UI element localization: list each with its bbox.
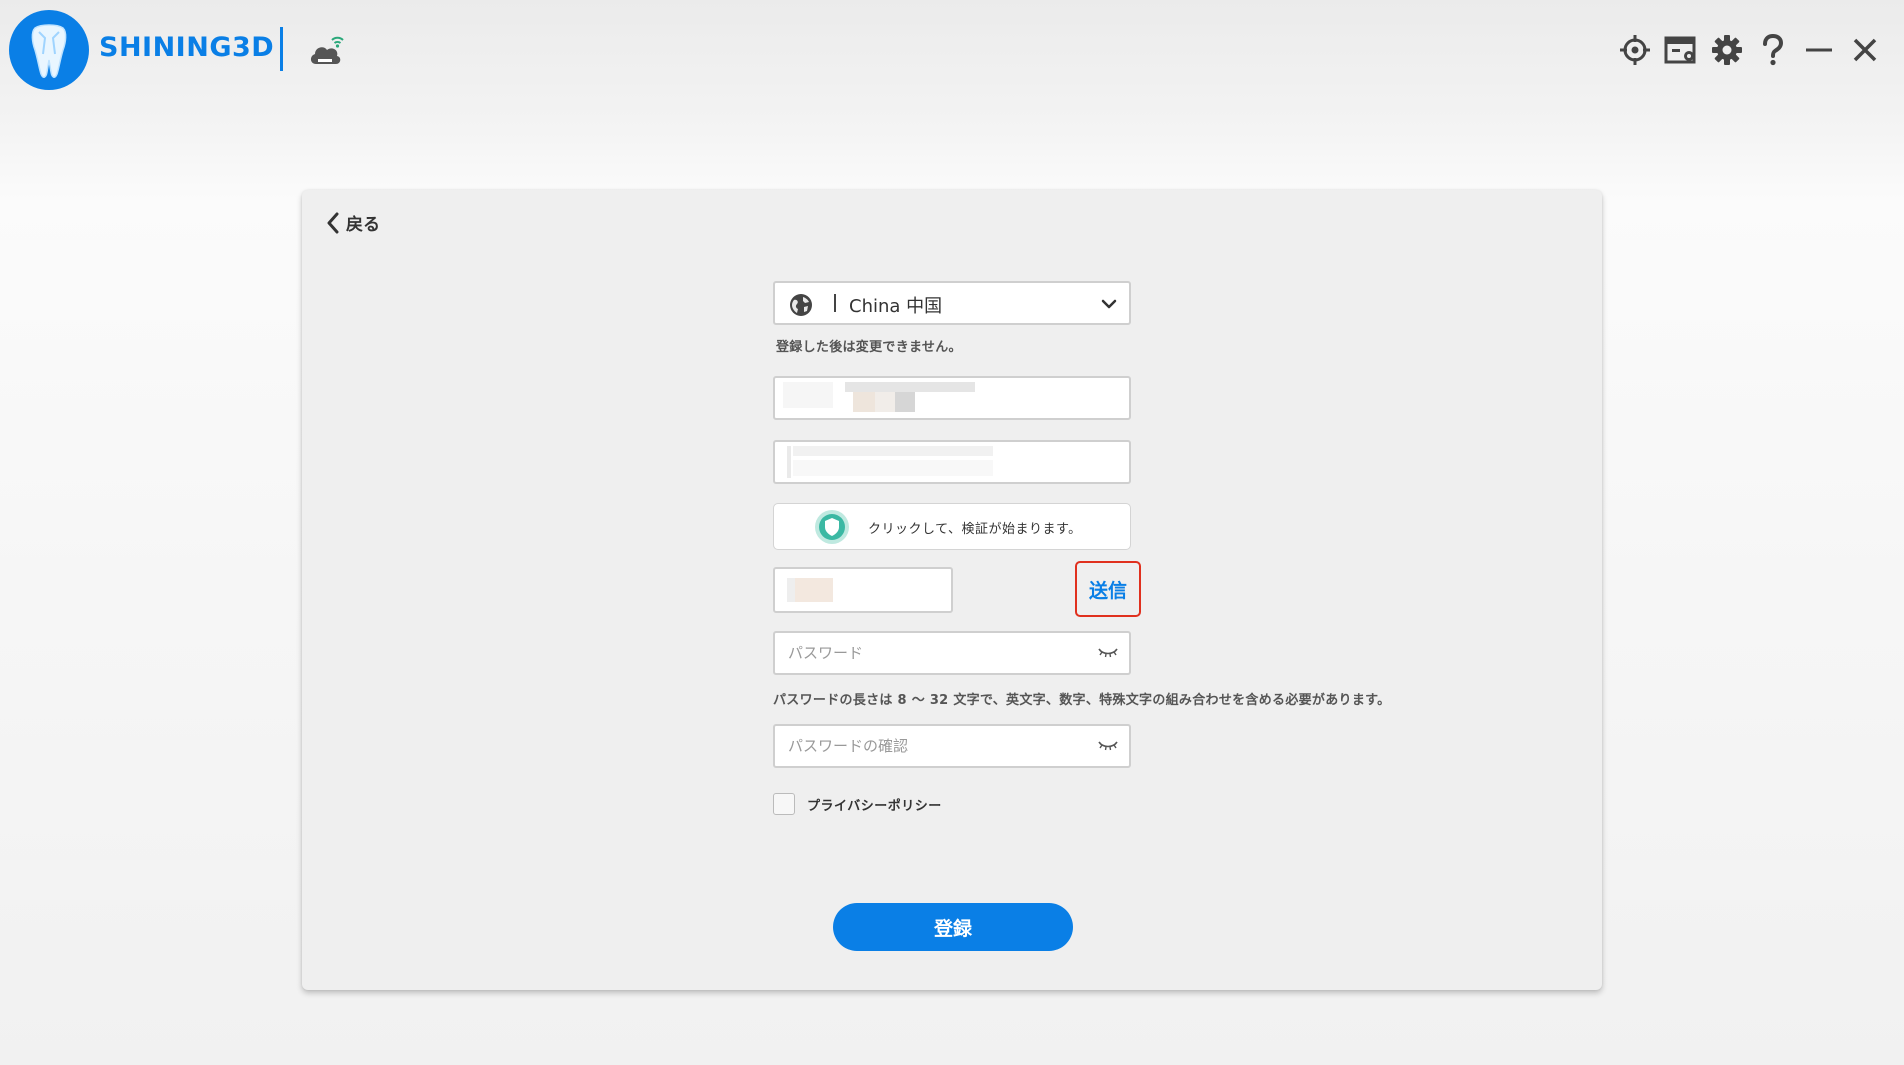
crosshair-icon[interactable] [1616,30,1654,70]
redacted-text [895,392,915,412]
eye-closed-icon[interactable] [1097,645,1119,664]
cloud-wifi-icon[interactable] [306,32,346,68]
confirm-password-input[interactable] [775,726,1088,766]
password-field[interactable] [773,631,1131,675]
verification-code-input[interactable] [773,567,953,613]
redacted-text [875,392,895,412]
tooth-logo-icon [9,10,89,90]
register-button[interactable]: 登録 [833,903,1073,951]
back-label: 戻る [346,215,380,235]
confirm-password-field[interactable] [773,724,1131,768]
email-input[interactable] [773,440,1131,484]
back-button[interactable]: 戻る [326,210,380,235]
redacted-text [787,446,791,478]
privacy-policy-row: プライバシーポリシー [773,793,942,815]
chevron-left-icon [327,212,339,233]
window-icon[interactable] [1662,30,1700,70]
privacy-checkbox[interactable] [773,793,795,815]
eye-closed-icon[interactable] [1097,738,1119,757]
title-bar: SHINING3D [0,0,1904,110]
redacted-text [795,578,833,602]
redacted-text [853,392,875,412]
window-controls [1608,30,1884,70]
privacy-policy-link[interactable]: プライバシーポリシー [807,795,942,814]
help-icon[interactable] [1754,30,1792,70]
account-input[interactable] [773,376,1131,420]
brand-name: SHINING3D [99,32,275,63]
registration-card: 戻る China 中国 登録した後は変更できません。 クリックして、検証が始まり… [302,190,1602,990]
redacted-text [783,382,833,408]
globe-icon [789,293,813,321]
country-hint: 登録した後は変更できません。 [776,340,962,355]
country-select[interactable]: China 中国 [773,281,1131,325]
minimize-icon[interactable] [1800,30,1838,70]
gear-icon[interactable] [1708,30,1746,70]
captcha-button[interactable]: クリックして、検証が始まります。 [773,503,1131,550]
separator [834,294,836,312]
password-hint: パスワードの長さは 8 ～ 32 文字で、英文字、数字、特殊文字の組み合わせを含… [773,693,1391,708]
close-icon[interactable] [1846,30,1884,70]
redacted-text [845,382,975,392]
chevron-down-icon [1101,295,1117,314]
redacted-text [787,578,795,602]
password-input[interactable] [775,633,1088,673]
country-value: China 中国 [849,296,943,317]
send-code-button[interactable]: 送信 [1075,561,1141,617]
redacted-text [793,446,993,456]
shield-icon [814,509,850,549]
captcha-label: クリックして、検証が始まります。 [868,522,1082,537]
divider [280,27,283,71]
redacted-text [793,460,993,476]
